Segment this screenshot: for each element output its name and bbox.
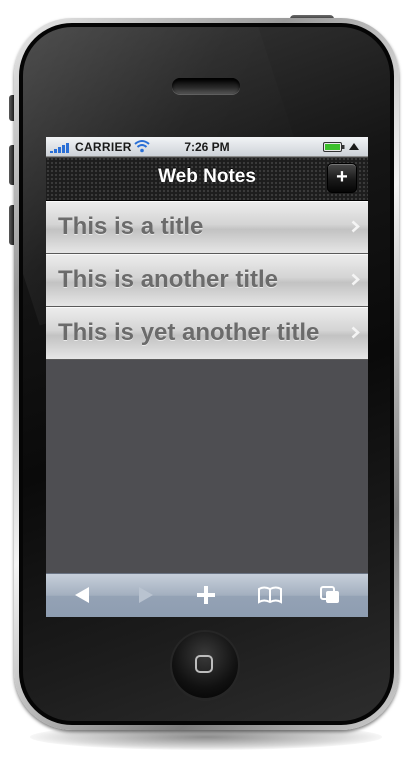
battery-icon bbox=[323, 142, 345, 152]
forward-icon[interactable] bbox=[132, 582, 160, 608]
add-note-button[interactable]: + bbox=[327, 163, 357, 193]
chevron-right-icon bbox=[351, 326, 360, 339]
note-list: This is a title This is another title Th… bbox=[46, 201, 368, 360]
status-time: 7:26 PM bbox=[184, 140, 230, 154]
home-square-icon bbox=[195, 655, 213, 673]
chevron-right-icon bbox=[351, 220, 360, 233]
pages-icon[interactable] bbox=[316, 582, 344, 608]
navigation-bar: Web Notes + bbox=[46, 157, 368, 201]
back-icon[interactable] bbox=[68, 582, 96, 608]
browser-toolbar bbox=[46, 573, 368, 617]
status-bar: CARRIER 7:26 PM bbox=[46, 137, 368, 157]
list-item[interactable]: This is another title bbox=[46, 254, 368, 307]
list-item[interactable]: This is yet another title bbox=[46, 307, 368, 360]
device-stage: CARRIER 7:26 PM Web Notes + This is a ti bbox=[0, 0, 413, 760]
page-title: Web Notes bbox=[158, 166, 256, 187]
screen: CARRIER 7:26 PM Web Notes + This is a ti bbox=[46, 137, 368, 617]
bookmarks-icon[interactable] bbox=[256, 582, 284, 608]
earpiece-speaker bbox=[172, 78, 240, 94]
plus-icon[interactable] bbox=[192, 582, 220, 608]
note-title: This is a title bbox=[58, 213, 204, 240]
note-title: This is yet another title bbox=[58, 319, 320, 346]
chevron-right-icon bbox=[351, 273, 360, 286]
list-item[interactable]: This is a title bbox=[46, 201, 368, 254]
note-title: This is another title bbox=[58, 266, 279, 293]
lock-arrow-icon bbox=[349, 143, 359, 150]
home-button[interactable] bbox=[172, 632, 238, 698]
